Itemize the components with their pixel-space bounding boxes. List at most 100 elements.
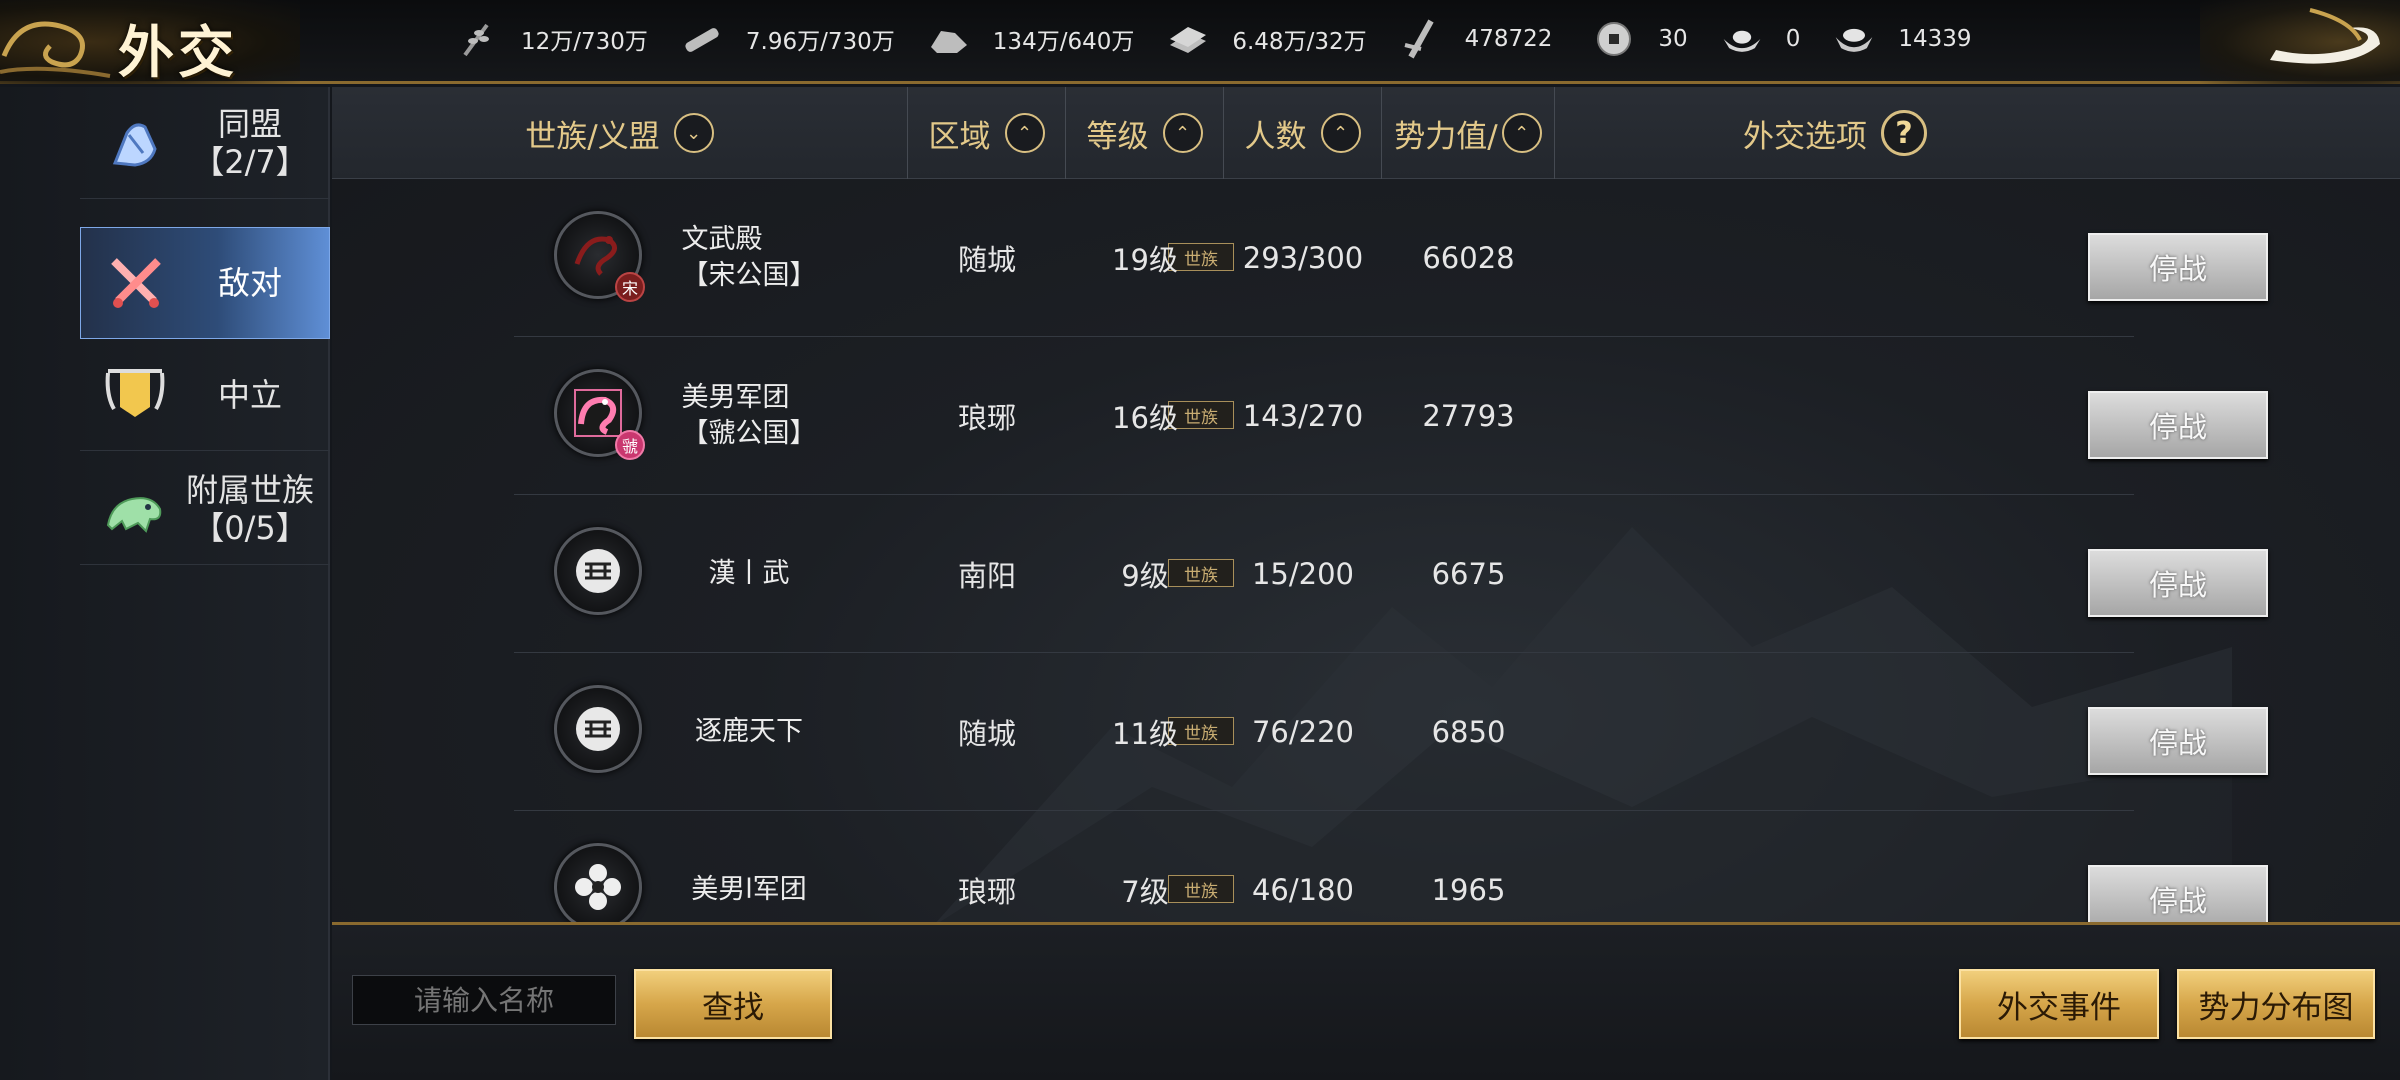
power-cell: 6850: [1431, 715, 1506, 749]
resource-stone[interactable]: 134万/640万: [927, 19, 1135, 59]
header-region[interactable]: 区域 ⌃: [908, 87, 1066, 179]
ceasefire-button[interactable]: 停战: [2088, 233, 2268, 301]
decree-icon: [1399, 19, 1443, 59]
sidebar-item-vassal[interactable]: 附属世族 【0/5】: [80, 453, 330, 565]
level-cell: 16级: [1112, 401, 1178, 435]
header-members[interactable]: 人数 ⌃: [1224, 87, 1382, 179]
sidebar-item-hostile-label: 敌对: [217, 264, 282, 302]
header-level[interactable]: 等级 ⌃: [1066, 87, 1224, 179]
clan-name: 逐鹿天下: [695, 716, 803, 747]
region-cell: 南阳: [957, 559, 1016, 593]
clan-emblem: [554, 685, 642, 773]
sidebar-item-alliance-count: 【2/7】: [192, 142, 308, 181]
header-power[interactable]: 势力值/ ⌃: [1382, 87, 1555, 179]
sidebar-item-neutral[interactable]: 中立: [80, 339, 330, 451]
resource-wood[interactable]: 7.96万/730万: [680, 19, 895, 59]
level-cell: 9级: [1121, 559, 1169, 593]
resource-silver-value: 14339: [1898, 26, 1972, 52]
region-cell: 随城: [957, 717, 1016, 751]
back-button[interactable]: [2200, 0, 2400, 84]
table-body: 宋 文武殿 【宋公国】 世族 随城 19级 293/300 66028 停战 虢: [332, 179, 2400, 922]
clan-emblem: [554, 843, 642, 922]
search-input[interactable]: [352, 975, 616, 1025]
sidebar: 同盟 【2/7】 敌对 中立 附属世族 【0/5】: [0, 87, 330, 1080]
members-cell: 76/220: [1251, 715, 1355, 749]
chevron-up-icon[interactable]: ⌃: [1004, 113, 1045, 153]
region-cell: 琅琊: [957, 401, 1016, 435]
footer-bar: 查找 外交事件 势力分布图: [332, 922, 2400, 1080]
crossed-swords-icon: [101, 248, 171, 318]
members-cell: 293/300: [1242, 241, 1364, 275]
resource-coin[interactable]: 30: [1592, 19, 1688, 59]
resource-stone-value: 134万/640万: [992, 29, 1135, 55]
header-clan[interactable]: 世族/义盟 ⌄: [332, 87, 908, 179]
chevron-up-icon[interactable]: ⌃: [1320, 113, 1361, 153]
clan-name: 美男军团: [681, 382, 790, 413]
sidebar-item-vassal-count: 【0/5】: [192, 508, 308, 547]
gold-ingot-icon: [1720, 19, 1764, 59]
wood-icon: [680, 19, 724, 59]
resource-grain-value: 12万/730万: [521, 29, 648, 55]
sidebar-item-vassal-label: 附属世族: [185, 470, 314, 509]
table-row[interactable]: 宋 文武殿 【宋公国】 世族 随城 19级 293/300 66028 停战: [514, 179, 2268, 337]
ceasefire-button[interactable]: 停战: [2088, 707, 2268, 775]
clan-name: 漢丨武: [708, 558, 790, 589]
ceasefire-button[interactable]: 停战: [2088, 549, 2268, 617]
sidebar-item-alliance[interactable]: 同盟 【2/7】: [80, 87, 330, 199]
resource-silver[interactable]: 14339: [1832, 19, 1972, 59]
nation-badge: 虢: [615, 430, 645, 460]
coin-icon: [1592, 19, 1636, 59]
clan-emblem: 虢: [554, 369, 645, 460]
clan-emblem: 宋: [554, 211, 645, 302]
top-bar: 外交 12万/730万 7.96万/730万 134万/640万 6.48万/3…: [0, 0, 2400, 86]
power-cell: 6675: [1431, 557, 1506, 591]
resource-grain[interactable]: 12万/730万: [455, 19, 648, 59]
power-map-button[interactable]: 势力分布图: [2177, 969, 2375, 1039]
level-cell: 19级: [1112, 243, 1178, 277]
level-cell: 11级: [1112, 717, 1178, 751]
vassal-beast-icon: [100, 474, 170, 544]
sidebar-item-hostile[interactable]: 敌对: [80, 227, 330, 339]
chevron-down-icon[interactable]: ⌄: [673, 113, 714, 153]
diplomacy-table: 世族/义盟 ⌄ 区域 ⌃ 等级 ⌃ 人数 ⌃ 势力值/ ⌃ 外交选项 ? 宋 文…: [332, 87, 2400, 922]
chevron-up-icon[interactable]: ⌃: [1501, 113, 1542, 153]
power-cell: 66028: [1422, 241, 1515, 275]
alliance-hands-icon: [100, 108, 170, 178]
nation-badge: 宋: [615, 272, 645, 302]
resource-decree-value: 478722: [1464, 26, 1553, 52]
longevity-emblem-icon: [576, 707, 620, 751]
header-options: 外交选项 ?: [1555, 87, 2115, 179]
page-title: 外交: [118, 20, 238, 86]
region-cell: 随城: [957, 243, 1016, 277]
clan-nation: 【虢公国】: [681, 418, 817, 449]
diplomacy-events-button[interactable]: 外交事件: [1959, 969, 2159, 1039]
power-cell: 27793: [1422, 399, 1515, 433]
help-icon[interactable]: ?: [1881, 110, 1927, 156]
sidebar-item-alliance-label: 同盟: [217, 104, 282, 143]
iron-icon: [1166, 19, 1210, 59]
cloud-swirl-icon: [0, 21, 111, 78]
banner-icon: [100, 360, 170, 430]
silver-ingot-icon: [1832, 19, 1876, 59]
resource-bar: 12万/730万 7.96万/730万 134万/640万 6.48万/32万 …: [455, 0, 2004, 78]
table-row[interactable]: 美男l军团 世族 琅琊 7级 46/180 1965 停战: [514, 811, 2268, 922]
table-row[interactable]: 逐鹿天下 世族 随城 11级 76/220 6850 停战: [514, 653, 2268, 811]
table-header: 世族/义盟 ⌄ 区域 ⌃ 等级 ⌃ 人数 ⌃ 势力值/ ⌃ 外交选项 ?: [332, 87, 2400, 179]
grain-icon: [455, 19, 499, 59]
table-row[interactable]: 漢丨武 世族 南阳 9级 15/200 6675 停战: [514, 495, 2268, 653]
table-row[interactable]: 虢 美男军团 【虢公国】 世族 琅琊 16级 143/270 27793 停战: [514, 337, 2268, 495]
level-cell: 7级: [1121, 875, 1169, 909]
members-cell: 46/180: [1251, 873, 1355, 907]
ceasefire-button[interactable]: 停战: [2088, 865, 2268, 922]
ceasefire-button[interactable]: 停战: [2088, 391, 2268, 459]
search-button[interactable]: 查找: [634, 969, 832, 1039]
resource-gold[interactable]: 0: [1720, 19, 1801, 59]
title-plate: 外交: [0, 0, 300, 86]
resource-decree[interactable]: 478722: [1399, 19, 1553, 59]
resource-wood-value: 7.96万/730万: [745, 29, 895, 55]
resource-iron-value: 6.48万/32万: [1232, 29, 1367, 55]
chevron-up-icon[interactable]: ⌃: [1162, 113, 1203, 153]
clan-name: 文武殿: [681, 224, 763, 255]
resource-iron[interactable]: 6.48万/32万: [1166, 19, 1367, 59]
resource-gold-value: 0: [1785, 26, 1801, 52]
